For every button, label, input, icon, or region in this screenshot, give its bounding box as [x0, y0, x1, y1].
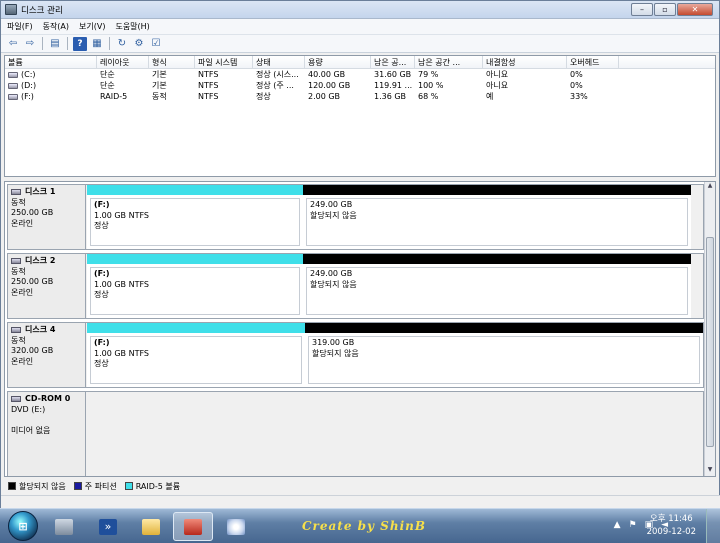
disk-view-scrollbar[interactable]: ▲ ▼ [704, 182, 715, 476]
volume-row-c[interactable]: (C:) 단순 기본 NTFS 정상 (시스... 40.00 GB 31.60… [5, 69, 715, 80]
cdrom-icon [11, 395, 21, 402]
disk-management-window: 디스크 관리 – ▫ ✕ 파일(F) 동작(A) 보기(V) 도움말(H) ⇦ … [0, 0, 720, 509]
disk-label[interactable]: 디스크 2 동적 250.00 GB 온라인 [8, 254, 86, 318]
partition-raid[interactable]: (F:) 1.00 GB NTFS 정상 [87, 185, 303, 249]
help-icon[interactable]: ? [73, 36, 87, 51]
drive-icon [8, 71, 18, 78]
clock[interactable]: 오후 11:46 2009-12-02 [647, 513, 696, 539]
volume-list: 볼륨 레이아웃 형식 파일 시스템 상태 용량 남은 공... 남은 공간 ..… [4, 55, 716, 177]
partition-raid[interactable]: (F:) 1.00 GB NTFS 정상 [87, 323, 305, 387]
start-button[interactable]: ⊞ [8, 511, 38, 541]
menu-action[interactable]: 동작(A) [43, 21, 69, 32]
taskbar-app-disk-management-icon[interactable] [173, 512, 213, 541]
settings-icon[interactable]: ⚙ [132, 37, 146, 51]
watermark-text: Create by ShinB [302, 519, 426, 533]
legend: 할당되지 않음 주 파티션 RAID-5 볼륨 [4, 479, 716, 493]
show-desktop-button[interactable] [706, 509, 720, 543]
title-bar: 디스크 관리 – ▫ ✕ [1, 1, 719, 19]
back-arrow-icon[interactable]: ⇦ [6, 37, 20, 51]
col-overhead[interactable]: 오버헤드 [567, 56, 619, 68]
maximize-button[interactable]: ▫ [654, 3, 676, 16]
menu-help[interactable]: 도움말(H) [115, 21, 149, 32]
taskbar: ⊞ » Create by ShinB ▲ ⚑ ▣ ◄ 오후 11:46 200… [0, 508, 720, 543]
col-status[interactable]: 상태 [253, 56, 305, 68]
drive-icon [8, 93, 18, 100]
close-button[interactable]: ✕ [677, 3, 713, 16]
refresh-icon[interactable]: ↻ [115, 37, 129, 51]
partition-unallocated[interactable]: 249.00 GB 할당되지 않음 [303, 185, 691, 249]
volume-row-f[interactable]: (F:) RAID-5 동적 NTFS 정상 2.00 GB 1.36 GB 6… [5, 91, 715, 102]
legend-primary-partition: 주 파티션 [73, 481, 117, 492]
cdrom-row[interactable]: CD-ROM 0 DVD (E:) 미디어 없음 [7, 391, 704, 476]
drive-icon [8, 82, 18, 89]
menu-view[interactable]: 보기(V) [79, 21, 105, 32]
col-capacity[interactable]: 용량 [305, 56, 371, 68]
menu-file[interactable]: 파일(F) [7, 21, 33, 32]
disk-row-1[interactable]: 디스크 1 동적 250.00 GB 온라인 (F:) 1.00 GB NTFS… [7, 184, 704, 250]
col-fault-tolerance[interactable]: 내결함성 [483, 56, 567, 68]
partition-unallocated[interactable]: 319.00 GB 할당되지 않음 [305, 323, 703, 387]
disk-label[interactable]: 디스크 1 동적 250.00 GB 온라인 [8, 185, 86, 249]
taskbar-app-network-icon[interactable] [44, 512, 84, 541]
cdrom-label[interactable]: CD-ROM 0 DVD (E:) 미디어 없음 [8, 392, 86, 476]
col-volume[interactable]: 볼륨 [5, 56, 97, 68]
partition-unallocated[interactable]: 249.00 GB 할당되지 않음 [303, 254, 691, 318]
disk-icon [11, 188, 21, 195]
taskbar-app-paint-icon[interactable] [216, 512, 256, 541]
disk-icon [11, 257, 21, 264]
disk-row-4[interactable]: 디스크 4 동적 320.00 GB 온라인 (F:) 1.00 GB NTFS… [7, 322, 704, 388]
disk-icon [11, 326, 21, 333]
forward-arrow-icon[interactable]: ⇨ [23, 37, 37, 51]
window-title: 디스크 관리 [21, 5, 63, 16]
legend-unallocated: 할당되지 않음 [8, 481, 66, 492]
properties-icon[interactable]: ▦ [90, 37, 104, 51]
taskbar-app-powershell-icon[interactable]: » [88, 512, 128, 541]
col-filesystem[interactable]: 파일 시스템 [195, 56, 253, 68]
disk-management-icon [5, 4, 17, 15]
partition-raid[interactable]: (F:) 1.00 GB NTFS 정상 [87, 254, 303, 318]
scroll-up-icon[interactable]: ▲ [705, 182, 715, 192]
tray-expand-icon[interactable]: ▲ [614, 520, 621, 530]
volume-row-d[interactable]: (D:) 단순 기본 NTFS 정상 (주 ... 120.00 GB 119.… [5, 80, 715, 91]
minimize-button[interactable]: – [631, 3, 653, 16]
checklist-icon[interactable]: ☑ [149, 37, 163, 51]
disk-label[interactable]: 디스크 4 동적 320.00 GB 온라인 [8, 323, 86, 387]
action-center-flag-icon[interactable]: ⚑ [628, 520, 636, 530]
status-bar [1, 495, 720, 509]
disk-graphical-view: 디스크 1 동적 250.00 GB 온라인 (F:) 1.00 GB NTFS… [4, 181, 716, 477]
console-tree-icon[interactable]: ▤ [48, 37, 62, 51]
disk-row-2[interactable]: 디스크 2 동적 250.00 GB 온라인 (F:) 1.00 GB NTFS… [7, 253, 704, 319]
col-layout[interactable]: 레이아웃 [97, 56, 149, 68]
legend-raid5-volume: RAID-5 볼륨 [124, 481, 180, 492]
col-type[interactable]: 형식 [149, 56, 195, 68]
volume-list-header: 볼륨 레이아웃 형식 파일 시스템 상태 용량 남은 공... 남은 공간 ..… [5, 56, 715, 69]
toolbar: ⇦ ⇨ ▤ ? ▦ ↻ ⚙ ☑ [1, 35, 719, 53]
scrollbar-thumb[interactable] [706, 237, 714, 447]
taskbar-app-explorer-icon[interactable] [131, 512, 171, 541]
scroll-down-icon[interactable]: ▼ [705, 466, 715, 476]
col-percent-free[interactable]: 남은 공간 ... [415, 56, 483, 68]
col-free-space[interactable]: 남은 공... [371, 56, 415, 68]
menu-bar: 파일(F) 동작(A) 보기(V) 도움말(H) [1, 19, 719, 35]
